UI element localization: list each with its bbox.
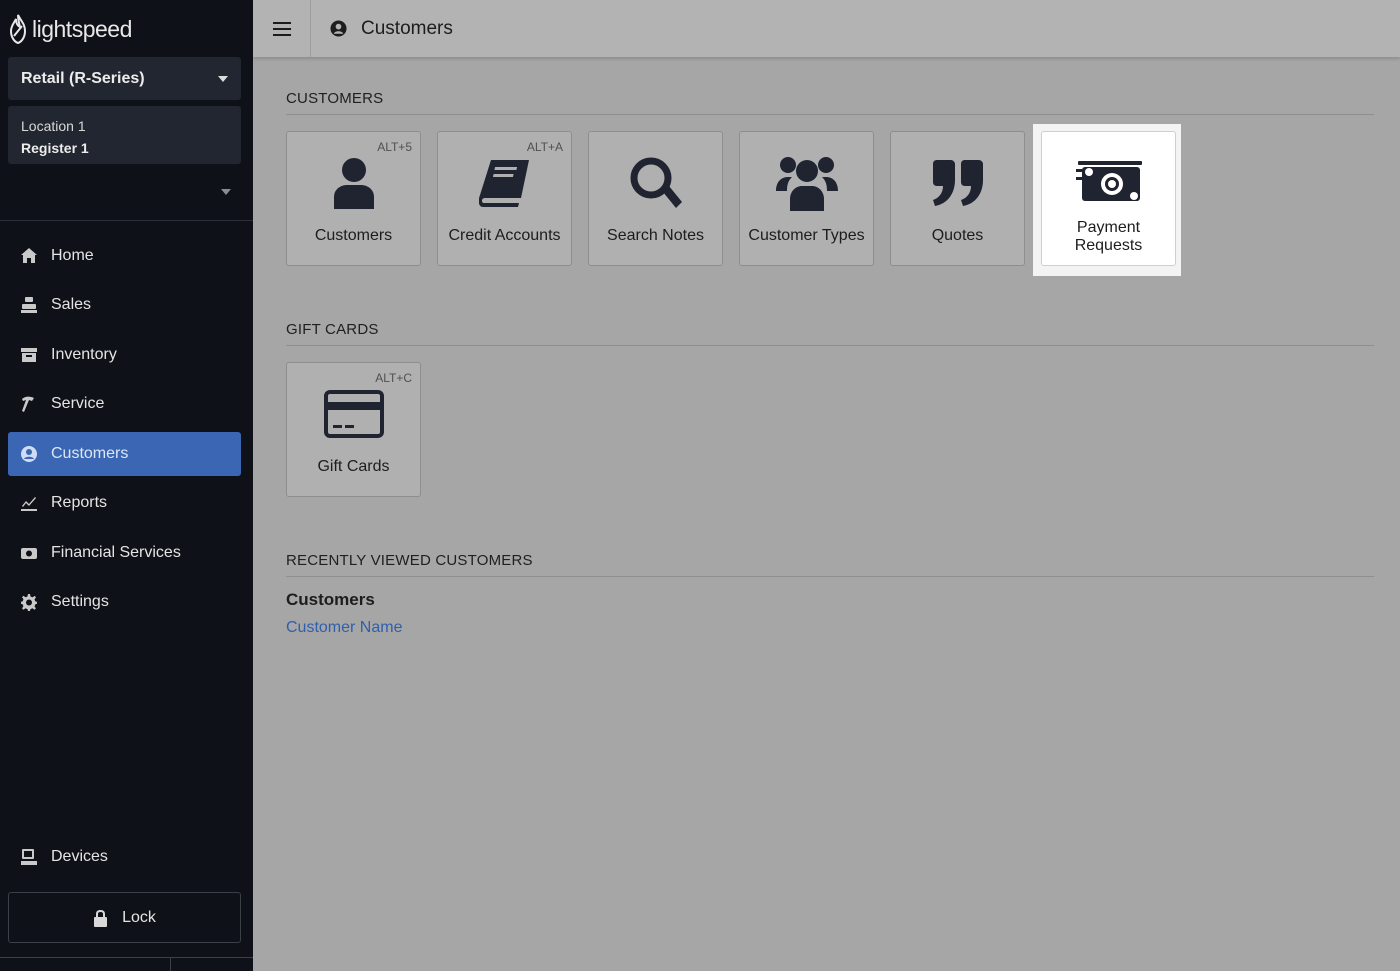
- location-register-box: Location 1 Register 1: [8, 106, 241, 164]
- sidebar: lightspeed Retail (R-Series) Location 1 …: [0, 0, 253, 971]
- search-icon: [589, 154, 722, 212]
- sidebar-item-label: Devices: [51, 848, 108, 865]
- money-icon: [1042, 150, 1175, 208]
- tile-label: Payment Requests: [1074, 219, 1143, 254]
- sidebar-item-label: Settings: [51, 593, 109, 610]
- shortcut-label: ALT+C: [375, 371, 412, 385]
- person-icon: [287, 154, 420, 212]
- section-title-gift-cards: GIFT CARDS: [286, 321, 379, 338]
- service-icon: [20, 395, 38, 413]
- sidebar-item-label: Customers: [51, 445, 129, 462]
- hamburger-icon: [272, 21, 291, 36]
- section-divider: [286, 576, 1374, 577]
- lightspeed-logo[interactable]: lightspeed: [8, 12, 132, 46]
- sidebar-item-inventory[interactable]: Inventory: [8, 333, 241, 377]
- customer-icon: [330, 20, 347, 37]
- sidebar-item-settings[interactable]: Settings: [8, 580, 241, 624]
- sidebar-item-financial-services[interactable]: Financial Services: [8, 531, 241, 575]
- gift-cards-tile[interactable]: ALT+C Gift Cards: [286, 362, 421, 497]
- section-title-recent: RECENTLY VIEWED CUSTOMERS: [286, 552, 533, 569]
- flame-icon: [9, 14, 27, 44]
- section-divider: [286, 345, 1374, 346]
- customers-icon: [20, 445, 38, 463]
- sidebar-divider: [0, 220, 253, 221]
- section-divider: [286, 114, 1374, 115]
- tile-label: Credit Accounts: [448, 227, 561, 244]
- quotes-tile[interactable]: Quotes: [890, 131, 1025, 266]
- sidebar-item-label: Reports: [51, 494, 108, 511]
- page-title: Customers: [330, 0, 453, 57]
- users-icon: [740, 154, 873, 212]
- sidebar-item-label: Inventory: [51, 346, 117, 363]
- lock-button[interactable]: Lock: [8, 892, 241, 943]
- page-title-text: Customers: [361, 17, 453, 39]
- logo-text: lightspeed: [32, 15, 132, 42]
- search-notes-tile[interactable]: Search Notes: [588, 131, 723, 266]
- shortcut-label: ALT+A: [526, 140, 563, 154]
- sidebar-item-label: Sales: [51, 296, 92, 313]
- store-select-label: Retail (R-Series): [21, 69, 145, 87]
- menu-toggle-button[interactable]: [253, 0, 311, 57]
- tile-label: Customers: [314, 227, 393, 244]
- sales-icon: [20, 296, 38, 314]
- lock-label: Lock: [122, 908, 156, 926]
- reports-icon: [20, 494, 38, 512]
- devices-icon: [20, 848, 38, 866]
- sidebar-item-service[interactable]: Service: [8, 382, 241, 426]
- credit-card-icon: [287, 385, 420, 443]
- payment-requests-tile[interactable]: Payment Requests: [1041, 131, 1176, 266]
- store-select[interactable]: Retail (R-Series): [8, 57, 241, 100]
- section-title-customers: CUSTOMERS: [286, 90, 384, 107]
- sidebar-item-home[interactable]: Home: [8, 234, 241, 278]
- sidebar-item-label: Financial Services: [51, 544, 181, 561]
- sidebar-footer: [0, 957, 253, 971]
- tile-label: Quotes: [931, 227, 984, 244]
- sidebar-item-sales[interactable]: Sales: [8, 283, 241, 327]
- top-bar: Customers: [253, 0, 1400, 57]
- customers-tile[interactable]: ALT+5 Customers: [286, 131, 421, 266]
- shortcut-label: ALT+5: [377, 140, 412, 154]
- settings-icon: [20, 593, 38, 611]
- book-icon: [438, 154, 571, 212]
- sidebar-item-customers[interactable]: Customers: [8, 432, 241, 476]
- tile-label: Search Notes: [607, 227, 704, 244]
- recent-customer-link[interactable]: Customer Name: [286, 619, 402, 637]
- sidebar-item-devices[interactable]: Devices: [8, 835, 241, 879]
- customer-types-tile[interactable]: Customer Types: [739, 131, 874, 266]
- home-icon: [20, 247, 38, 265]
- quote-icon: [891, 154, 1024, 212]
- expand-caret-icon[interactable]: [221, 189, 231, 195]
- tile-label: Customer Types: [748, 227, 865, 244]
- chevron-down-icon: [218, 75, 228, 82]
- lock-icon: [94, 909, 108, 927]
- financial-services-icon: [20, 544, 38, 562]
- sidebar-item-label: Home: [51, 247, 94, 264]
- recent-customers-heading: Customers: [286, 590, 375, 609]
- credit-accounts-tile[interactable]: ALT+A Credit Accounts: [437, 131, 572, 266]
- location-label: Location 1: [21, 118, 86, 134]
- tile-label: Gift Cards: [317, 458, 390, 475]
- sidebar-item-label: Service: [51, 395, 105, 412]
- inventory-icon: [20, 346, 38, 364]
- register-label: Register 1: [21, 140, 89, 156]
- sidebar-item-reports[interactable]: Reports: [8, 481, 241, 525]
